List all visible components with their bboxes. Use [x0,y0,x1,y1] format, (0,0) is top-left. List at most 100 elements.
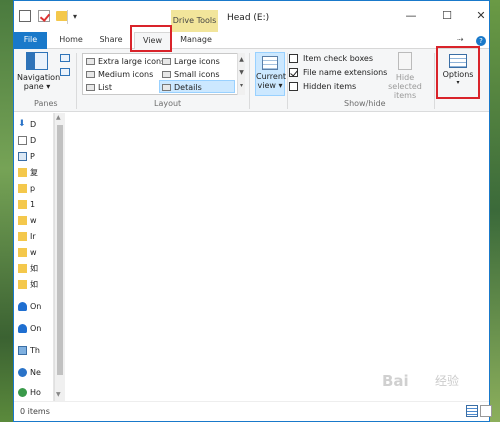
item-count: 0 items [20,407,50,416]
file-name-extensions-toggle[interactable]: File name extensions [289,67,387,79]
folder-icon [18,280,27,289]
nav-item-documents[interactable]: D [16,133,36,148]
pictures-icon [18,152,27,161]
nav-item-folder[interactable]: w [16,213,37,228]
extra-large-icons-icon [86,58,95,65]
collapse-ribbon-icon[interactable]: ⇢ [457,35,464,44]
item-check-boxes-label: Item check boxes [303,54,374,63]
details-view-button[interactable] [466,405,478,417]
nav-item-pictures[interactable]: P [16,149,35,164]
folder-icon [18,168,27,177]
maximize-button[interactable]: ☐ [435,7,459,25]
scroll-up-icon[interactable]: ▲ [56,114,61,121]
nav-item-folder[interactable]: 复 [16,165,38,180]
nav-item-folder[interactable]: w [16,245,37,260]
view-tab-highlight [130,25,172,52]
item-check-boxes-toggle[interactable]: Item check boxes [289,53,373,65]
list-icon [86,84,95,91]
ribbon-view: Navigation pane ▾ Panes Extra large icon… [14,49,489,112]
layout-gallery: Extra large icons Large icons Medium ico… [82,53,244,95]
ribbon-separator [287,53,288,109]
nav-item-folder[interactable]: 如 [16,261,38,276]
tab-file[interactable]: File [14,32,47,49]
item-check-boxes-checkbox[interactable] [289,54,298,63]
navigation-pane-icon [26,52,48,70]
document-icon [18,136,27,145]
navigation-pane-button[interactable]: Navigation pane ▾ [17,52,60,91]
hidden-items-toggle[interactable]: Hidden items [289,81,356,93]
panes-group-label: Panes [34,99,58,108]
hidden-items-checkbox[interactable] [289,82,298,91]
current-view-icon [262,56,278,70]
hide-selected-items-label: Hide selected items [388,73,422,100]
nav-item-folder[interactable]: 如 [16,277,38,292]
ribbon-separator [249,53,250,109]
watermark-sub: 经验 [435,374,460,388]
folder-icon [18,184,27,193]
layout-list[interactable]: List [84,81,112,94]
drive-tools-context-label: Drive Tools [171,10,218,32]
onedrive-icon [18,302,27,311]
scroll-down-icon[interactable]: ▼ [56,391,61,398]
medium-icons-icon [86,71,95,78]
navigation-pane: ⬇ D D P 复 p 1 w Ir w 如 如 On On Th Ne Ho [14,113,54,401]
nav-item-folder[interactable]: p [16,181,35,196]
hide-selected-items-button[interactable]: Hide selected items [383,52,427,100]
download-icon: ⬇ [18,119,26,129]
minimize-button[interactable]: — [399,7,423,25]
network-icon [18,368,27,377]
ribbon-tabs: File Home Share View Manage ⇢ ? [14,32,489,50]
ribbon-separator [434,53,435,109]
layout-large-icons[interactable]: Large icons [160,55,220,68]
layout-scroll-up-icon[interactable]: ▲ [238,53,245,66]
scrollbar-thumb[interactable] [57,125,63,375]
preview-pane-icon[interactable] [60,54,70,62]
quick-access-dropdown-icon[interactable]: ▾ [73,12,81,21]
desktop-right-strip [490,0,500,422]
tab-manage[interactable]: Manage [174,32,218,49]
layout-scroll-down-icon[interactable]: ▼ [238,66,245,79]
help-icon[interactable]: ? [476,36,486,46]
current-view-button[interactable]: Current view ▾ [255,52,287,96]
file-name-extensions-checkbox[interactable] [289,68,298,77]
window-title: Head (E:) [227,13,270,23]
large-icons-icon [162,58,171,65]
show-hide-group-label: Show/hide [344,99,386,108]
folder-icon [18,200,27,209]
layout-more-icon[interactable]: ▾ [238,79,245,92]
layout-medium-icons[interactable]: Medium icons [84,68,153,81]
close-button[interactable]: ✕ [469,7,493,25]
nav-item-onedrive[interactable]: On [16,299,41,314]
layout-extra-large-icons[interactable]: Extra large icons [84,55,165,68]
ribbon-separator [76,53,77,109]
navigation-pane-scrollbar[interactable]: ▲ ▼ [54,113,65,401]
desktop-left-strip [0,0,13,422]
file-name-extensions-label: File name extensions [303,68,388,77]
nav-item-folder[interactable]: 1 [16,197,35,212]
layout-details[interactable]: Details [159,80,235,93]
current-view-label: Current view ▾ [256,72,287,90]
file-list-area[interactable] [66,113,489,401]
nav-item-onedrive[interactable]: On [16,321,41,336]
homegroup-icon [18,388,27,397]
properties-icon[interactable] [19,10,31,22]
status-bar: 0 items [14,401,492,421]
tab-share[interactable]: Share [94,32,128,49]
large-icons-view-button[interactable] [480,405,492,417]
tab-home[interactable]: Home [54,32,88,49]
layout-gallery-scroll[interactable]: ▲ ▼ ▾ [237,53,245,95]
hidden-items-label: Hidden items [303,82,357,91]
nav-item-folder[interactable]: Ir [16,229,36,244]
watermark: Bai [382,372,409,390]
nav-item-this-pc[interactable]: Th [16,343,40,358]
details-pane-icon[interactable] [60,68,70,76]
checkmark-icon[interactable] [38,10,50,22]
folder-icon [18,264,27,273]
nav-item-network[interactable]: Ne [16,365,41,380]
folder-icon [18,248,27,257]
nav-item-downloads[interactable]: ⬇ D [16,117,36,132]
onedrive-icon [18,324,27,333]
hide-selected-items-icon [398,52,412,70]
layout-group-label: Layout [154,99,182,108]
nav-item-homegroup[interactable]: Ho [16,385,41,400]
